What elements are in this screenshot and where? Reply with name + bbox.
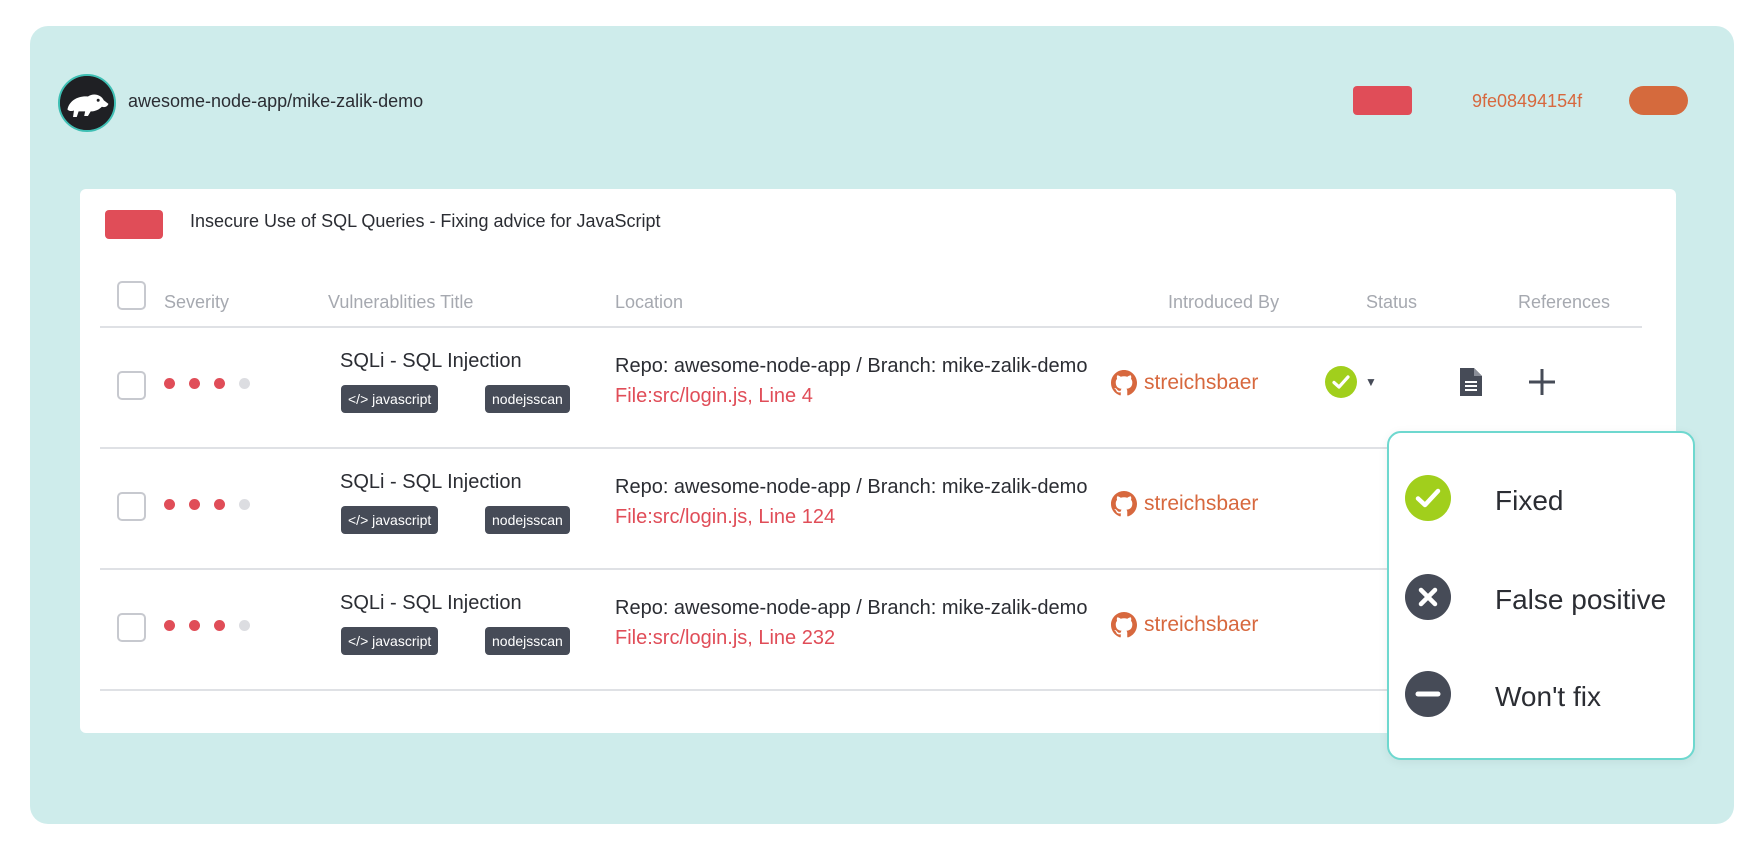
github-icon <box>1111 612 1137 638</box>
severity-dot <box>239 378 250 389</box>
status-dropdown-caret-icon[interactable]: ▼ <box>1365 375 1377 389</box>
tag-language: </> javascript <box>341 627 439 655</box>
select-all-checkbox[interactable] <box>117 281 146 310</box>
status-option-label: Won't fix <box>1495 681 1601 712</box>
severity-dot <box>239 499 250 510</box>
author-name: streichsbaer <box>1144 492 1259 515</box>
severity-dot <box>239 620 250 631</box>
row-checkbox[interactable] <box>117 613 146 642</box>
header: awesome-node-app/mike-zalik-demo 9fe0849… <box>30 26 1734 176</box>
branch-pill <box>1629 86 1688 115</box>
location-repo: Repo: awesome-node-app / Branch: mike-za… <box>615 597 1088 619</box>
status-option-wont-fix[interactable]: Won't fix <box>1405 669 1675 717</box>
x-icon <box>1405 574 1451 620</box>
status-option-label: Fixed <box>1495 485 1564 516</box>
severity-pill <box>1353 86 1412 115</box>
check-icon <box>1405 475 1451 521</box>
tag-scanner: nodejsscan <box>485 506 570 534</box>
status-dropdown-menu: Fixed False positive Won't fix <box>1387 431 1695 760</box>
status-option-false-positive[interactable]: False positive <box>1405 572 1675 620</box>
tag-language: </> javascript <box>341 506 439 534</box>
severity-dot <box>189 378 200 389</box>
location-file-link[interactable]: File:src/login.js, Line 4 <box>615 385 813 408</box>
severity-dot <box>189 499 200 510</box>
column-header-references[interactable]: References <box>1518 292 1610 313</box>
repo-name[interactable]: awesome-node-app/mike-zalik-demo <box>128 91 423 112</box>
column-header-location[interactable]: Location <box>615 292 683 313</box>
github-icon <box>1111 370 1137 396</box>
column-header-severity[interactable]: Severity <box>164 292 229 313</box>
status-option-label: False positive <box>1495 584 1667 615</box>
repo-avatar[interactable] <box>58 74 116 132</box>
commit-hash[interactable]: 9fe08494154f <box>1472 91 1582 112</box>
severity-dot <box>164 499 175 510</box>
plus-icon <box>1529 369 1555 395</box>
location-file-link[interactable]: File:src/login.js, Line 232 <box>615 627 835 650</box>
tag-language: </> javascript <box>341 385 439 413</box>
severity-dot <box>164 620 175 631</box>
location-repo: Repo: awesome-node-app / Branch: mike-za… <box>615 476 1088 498</box>
vulnerability-title[interactable]: SQLi - SQL Injection <box>340 350 522 373</box>
severity-dot <box>214 620 225 631</box>
location-file-link[interactable]: File:src/login.js, Line 124 <box>615 506 835 529</box>
minus-icon <box>1405 671 1451 717</box>
vulnerability-title[interactable]: SQLi - SQL Injection <box>340 592 522 615</box>
check-icon <box>1332 375 1350 389</box>
card-title: Insecure Use of SQL Queries - Fixing adv… <box>190 211 661 231</box>
author-name: streichsbaer <box>1144 371 1259 394</box>
status-option-fixed[interactable]: Fixed <box>1405 473 1675 521</box>
author-name: streichsbaer <box>1144 613 1259 636</box>
card-severity-badge <box>105 210 163 239</box>
tag-scanner: nodejsscan <box>485 627 570 655</box>
document-icon <box>1460 368 1482 396</box>
status-fixed-button[interactable] <box>1325 366 1357 398</box>
polar-bear-logo-icon <box>60 76 114 130</box>
severity-dot <box>214 499 225 510</box>
row-checkbox[interactable] <box>117 492 146 521</box>
severity-dot <box>164 378 175 389</box>
add-reference-button[interactable] <box>1526 366 1558 398</box>
document-reference-button[interactable] <box>1458 366 1484 398</box>
severity-dot <box>189 620 200 631</box>
severity-dot <box>214 378 225 389</box>
vulnerability-title[interactable]: SQLi - SQL Injection <box>340 471 522 494</box>
table-row: SQLi - SQL Injection </> javascript node… <box>80 328 1676 448</box>
column-header-status[interactable]: Status <box>1366 292 1417 313</box>
tag-scanner: nodejsscan <box>485 385 570 413</box>
location-repo: Repo: awesome-node-app / Branch: mike-za… <box>615 355 1088 377</box>
github-icon <box>1111 491 1137 517</box>
row-checkbox[interactable] <box>117 371 146 400</box>
column-header-title[interactable]: Vulnerablities Title <box>328 292 473 313</box>
column-header-introduced-by[interactable]: Introduced By <box>1168 292 1279 313</box>
